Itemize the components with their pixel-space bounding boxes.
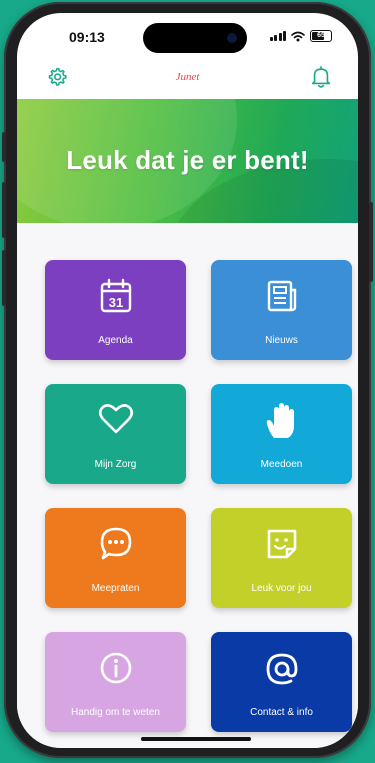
tile-label: Nieuws [265, 335, 298, 346]
bell-icon[interactable] [310, 65, 332, 89]
tile-mijn-zorg[interactable]: Mijn Zorg [45, 384, 186, 484]
wifi-icon [291, 31, 305, 41]
side-button [2, 182, 6, 238]
chat-icon [100, 527, 131, 560]
at-icon [266, 653, 297, 685]
side-button [2, 250, 6, 306]
home-indicator[interactable] [141, 737, 251, 741]
signal-icon [269, 31, 286, 41]
calendar-day: 31 [108, 295, 122, 310]
tile-label: Agenda [98, 335, 133, 346]
battery-level: 65 [317, 32, 325, 39]
tile-label: Handig om te weten [71, 707, 160, 718]
battery-icon: 65 [310, 30, 332, 42]
tile-handig-om-te-weten[interactable]: Handig om te weten [45, 632, 186, 732]
heart-icon [98, 404, 133, 434]
tile-meedoen[interactable]: Meedoen [211, 384, 352, 484]
app-logo: Junet [175, 71, 200, 83]
tile-nieuws[interactable]: Nieuws [211, 260, 352, 360]
smiley-note-icon [267, 529, 296, 559]
tile-label: Contact & info [250, 707, 313, 718]
dynamic-island [143, 23, 247, 53]
status-icons: 65 [269, 30, 332, 42]
info-icon [100, 652, 131, 684]
tile-meepraten[interactable]: Meepraten [45, 508, 186, 608]
tile-grid: 31 Agenda Nieuws Mijn Zorg Meedoen Meepr… [17, 223, 358, 748]
tile-leuk-voor-jou[interactable]: Leuk voor jou [211, 508, 352, 608]
side-button [369, 202, 373, 282]
tile-contact-info[interactable]: Contact & info [211, 632, 352, 732]
status-bar: 09:13 65 [17, 13, 358, 57]
banner-title: Leuk dat je er bent! [66, 145, 309, 175]
app-header: Junet [17, 57, 358, 97]
welcome-banner: Leuk dat je er bent! [17, 99, 358, 223]
camera-icon [227, 33, 237, 43]
phone-frame: 09:13 65 Junet Leuk dat je er bent! 31 A… [2, 2, 373, 758]
calendar-icon: 31 [100, 278, 131, 313]
screen: 09:13 65 Junet Leuk dat je er bent! 31 A… [17, 13, 358, 748]
newspaper-icon [267, 280, 296, 312]
side-button [2, 132, 6, 162]
hand-icon [266, 403, 294, 438]
tile-label: Meedoen [260, 459, 303, 470]
tile-label: Leuk voor jou [251, 583, 312, 594]
tile-label: Meepraten [91, 583, 140, 594]
status-time: 09:13 [69, 29, 105, 45]
tile-agenda[interactable]: 31 Agenda [45, 260, 186, 360]
tile-label: Mijn Zorg [94, 459, 137, 470]
